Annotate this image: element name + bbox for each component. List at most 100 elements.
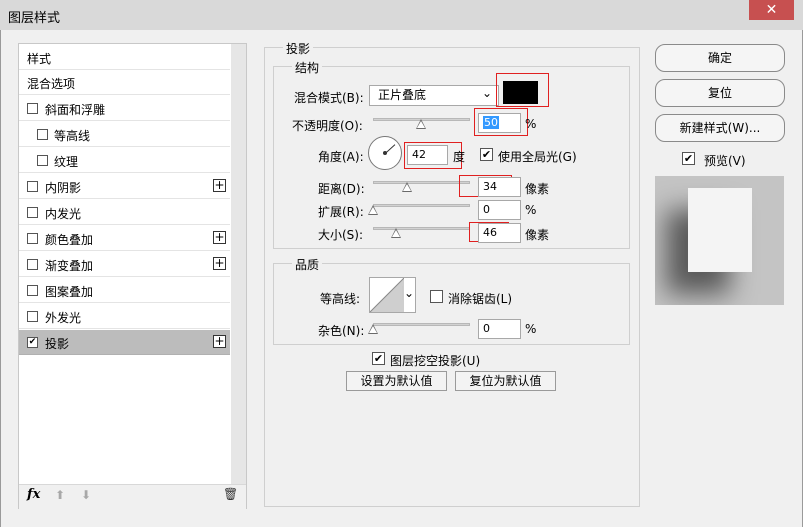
spread-value: 0: [483, 203, 490, 216]
noise-unit: %: [525, 322, 537, 336]
size-value: 46: [483, 226, 497, 239]
trash-icon[interactable]: 🗑: [223, 487, 238, 501]
sidebar-item-label: 斜面和浮雕: [45, 103, 106, 117]
gradient-overlay-checkbox[interactable]: [27, 259, 38, 270]
sidebar-item-label: 内阴影: [45, 181, 82, 195]
add-drop-shadow-button[interactable]: +: [213, 335, 226, 348]
noise-input[interactable]: 0: [478, 319, 521, 339]
color-overlay-checkbox[interactable]: [27, 233, 38, 244]
sidebar-item-label: 等高线: [54, 129, 91, 143]
angle-unit: 度: [453, 150, 466, 164]
add-inner-shadow-button[interactable]: +: [213, 179, 226, 192]
opacity-unit: %: [525, 117, 537, 131]
title-bar: [0, 0, 803, 30]
sidebar-item-outer-glow[interactable]: 外发光: [19, 304, 230, 329]
sidebar-item-label: 投影: [45, 337, 70, 351]
blend-mode-select[interactable]: 正片叠底 ⌄: [369, 85, 499, 106]
sidebar-item-label: 图案叠加: [45, 285, 94, 299]
move-down-icon[interactable]: ⬇: [81, 488, 91, 502]
sidebar-item-contour[interactable]: 等高线: [19, 122, 230, 147]
move-up-icon[interactable]: ⬆: [55, 488, 65, 502]
distance-input[interactable]: 34: [478, 177, 521, 197]
sidebar-item-texture[interactable]: 纹理: [19, 148, 230, 173]
outer-glow-checkbox[interactable]: [27, 311, 38, 322]
size-slider-track[interactable]: [373, 227, 470, 230]
sidebar-item-bevel-emboss[interactable]: 斜面和浮雕: [19, 96, 230, 121]
styles-header-label: 样式: [27, 52, 52, 66]
sidebar-item-drop-shadow[interactable]: ✔ 投影 +: [19, 330, 230, 355]
bevel-emboss-checkbox[interactable]: [27, 103, 38, 114]
opacity-label: 不透明度(O):: [292, 119, 363, 133]
spread-slider-thumb[interactable]: [368, 205, 378, 215]
reset-default-button[interactable]: 复位为默认值: [455, 371, 556, 391]
spread-input[interactable]: 0: [478, 200, 521, 220]
ok-button[interactable]: 确定: [655, 44, 785, 72]
shadow-color-swatch[interactable]: [503, 81, 538, 104]
drop-shadow-checkbox[interactable]: ✔: [27, 337, 38, 348]
noise-slider-track[interactable]: [373, 323, 470, 326]
distance-slider-thumb[interactable]: [402, 182, 412, 192]
contour-picker[interactable]: ⌄: [369, 277, 416, 313]
distance-label: 距离(D):: [318, 182, 365, 196]
knockout-label[interactable]: 图层挖空投影(U): [390, 352, 480, 369]
fx-icon[interactable]: fx: [27, 487, 40, 502]
set-default-button[interactable]: 设置为默认值: [346, 371, 447, 391]
angle-value: 42: [412, 148, 426, 161]
opacity-value: 50: [483, 116, 499, 129]
noise-label: 杂色(N):: [318, 324, 365, 338]
blend-mode-value: 正片叠底: [378, 88, 427, 102]
sidebar-item-label: 混合选项: [27, 77, 76, 91]
quality-title: 品质: [292, 256, 323, 273]
sidebar-item-inner-shadow[interactable]: 内阴影 +: [19, 174, 230, 199]
sidebar-item-gradient-overlay[interactable]: 渐变叠加 +: [19, 252, 230, 277]
spread-slider-track[interactable]: [373, 204, 470, 207]
new-style-button[interactable]: 新建样式(W)...: [655, 114, 785, 142]
antialias-label[interactable]: 消除锯齿(L): [448, 290, 512, 307]
inner-glow-checkbox[interactable]: [27, 207, 38, 218]
structure-title: 结构: [292, 59, 323, 76]
knockout-checkbox[interactable]: ✔: [372, 352, 385, 365]
preview-shape: [688, 188, 752, 272]
preview-thumbnail: [655, 176, 784, 305]
global-light-checkbox[interactable]: ✔: [480, 148, 493, 161]
global-light-label[interactable]: 使用全局光(G): [498, 148, 577, 165]
size-slider-thumb[interactable]: [391, 228, 401, 238]
sidebar-item-pattern-overlay[interactable]: 图案叠加: [19, 278, 230, 303]
reset-button[interactable]: 复位: [655, 79, 785, 107]
sidebar-item-color-overlay[interactable]: 颜色叠加 +: [19, 226, 230, 251]
contour-chevron-icon: ⌄: [401, 286, 414, 300]
preview-checkbox[interactable]: ✔: [682, 152, 695, 165]
noise-value: 0: [483, 322, 490, 335]
antialias-checkbox[interactable]: [430, 290, 443, 303]
size-unit: 像素: [525, 228, 550, 242]
contour-checkbox[interactable]: [37, 129, 48, 140]
section-title: 投影: [283, 40, 314, 57]
add-color-overlay-button[interactable]: +: [213, 231, 226, 244]
angle-input[interactable]: 42: [407, 145, 448, 165]
texture-checkbox[interactable]: [37, 155, 48, 166]
spread-label: 扩展(R):: [318, 205, 364, 219]
style-list-header[interactable]: 样式: [19, 45, 230, 70]
pattern-overlay-checkbox[interactable]: [27, 285, 38, 296]
window-title: 图层样式: [8, 11, 61, 26]
distance-unit: 像素: [525, 182, 550, 196]
style-list-scrollbar[interactable]: [231, 44, 246, 484]
contour-label: 等高线:: [320, 292, 361, 306]
preview-label[interactable]: 预览(V): [704, 152, 746, 169]
spread-unit: %: [525, 203, 537, 217]
noise-slider-thumb[interactable]: [368, 324, 378, 334]
size-input[interactable]: 46: [478, 223, 521, 243]
sidebar-item-inner-glow[interactable]: 内发光: [19, 200, 230, 225]
inner-shadow-checkbox[interactable]: [27, 181, 38, 192]
sidebar-item-blending-options[interactable]: 混合选项: [19, 70, 230, 95]
blend-mode-label: 混合模式(B):: [294, 91, 364, 105]
distance-slider-track[interactable]: [373, 181, 470, 184]
distance-value: 34: [483, 180, 497, 193]
add-gradient-overlay-button[interactable]: +: [213, 257, 226, 270]
angle-dial[interactable]: [368, 136, 402, 170]
close-button[interactable]: ✕: [749, 0, 794, 20]
sidebar-item-label: 内发光: [45, 207, 82, 221]
sidebar-item-label: 颜色叠加: [45, 233, 94, 247]
opacity-input[interactable]: 50: [478, 113, 521, 133]
opacity-slider-thumb[interactable]: [416, 119, 426, 129]
